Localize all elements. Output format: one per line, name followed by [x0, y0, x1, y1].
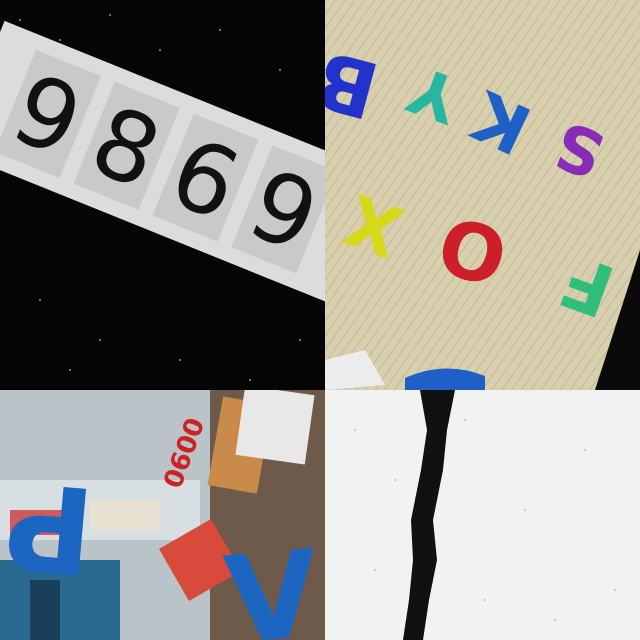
storefront-photo: P 0600 V	[0, 390, 325, 640]
blue-letter-v: V	[220, 525, 325, 640]
odometer-scene: 6 8 9 6	[0, 0, 325, 390]
image-mosaic: 6 8 9 6 B Y K S X O F P 0600 V	[0, 0, 640, 640]
odometer-photo: 6 8 9 6	[0, 0, 325, 390]
brush-stroke-photo	[325, 390, 640, 640]
blue-letter-p: P	[0, 453, 99, 599]
magnetic-letters-photo: B Y K S X O F	[325, 0, 640, 390]
magnetic-letters-scene: B Y K S X O F	[325, 0, 640, 390]
brush-stroke-scene	[325, 390, 640, 640]
storefront-scene: P 0600 V	[0, 390, 325, 640]
